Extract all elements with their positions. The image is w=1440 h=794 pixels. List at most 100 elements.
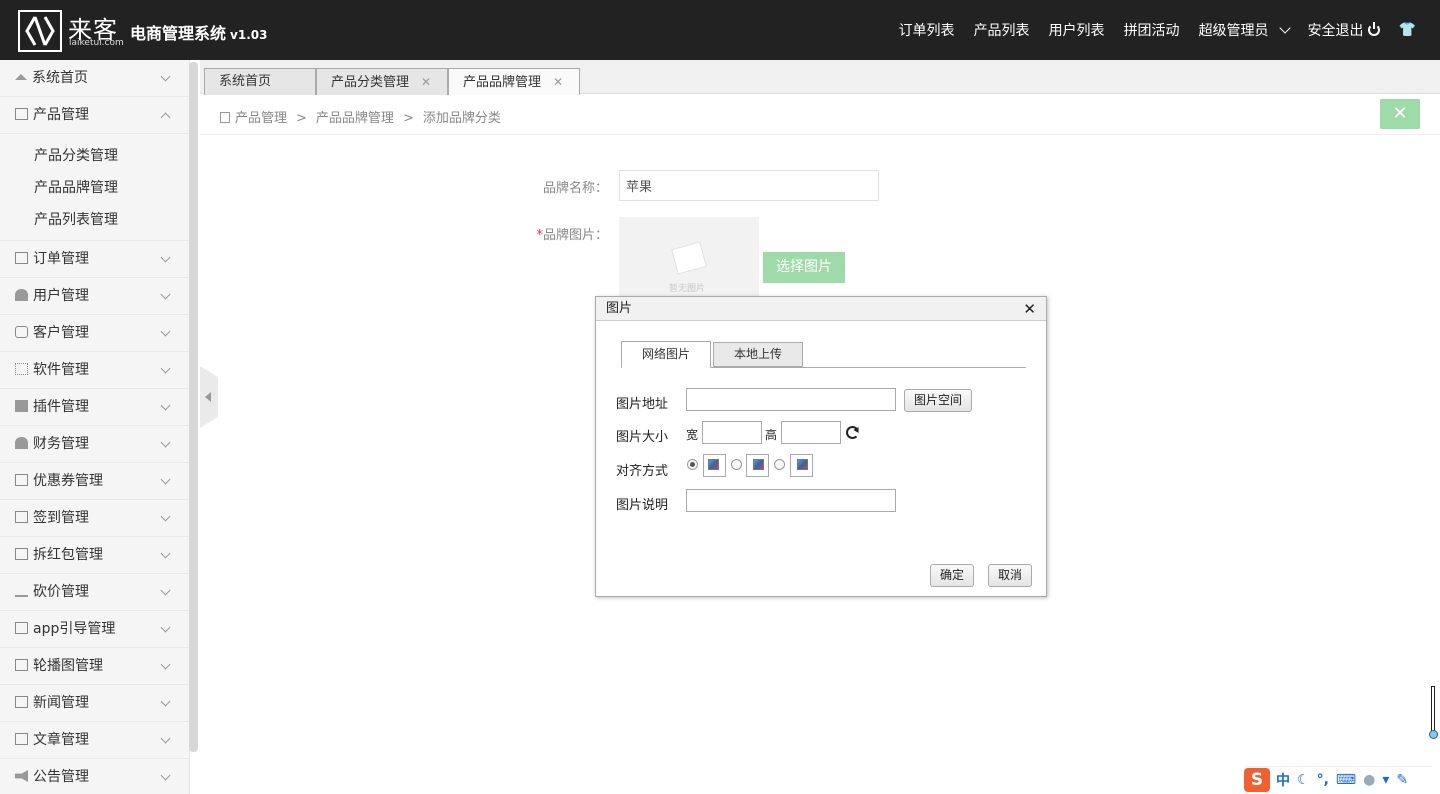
close-icon[interactable]: ✕ [1023, 297, 1036, 321]
sidebar-sub-category[interactable]: 产品分类管理 [0, 140, 189, 172]
align-radio-center[interactable] [731, 459, 742, 470]
clipboard-icon [15, 511, 28, 523]
close-icon[interactable]: ✕ [421, 75, 431, 89]
ime-toolbar: S 中 ☾ °, ⌨ ● ▾ ✎ [1244, 766, 1432, 792]
news-icon [15, 696, 28, 708]
breadcrumb-current: 添加品牌分类 [422, 111, 501, 126]
app-title: 电商管理系统 v1.03 [130, 20, 267, 44]
chevron-down-icon [1278, 22, 1291, 34]
tab-brand[interactable]: 产品品牌管理 ✕ [448, 68, 580, 95]
brand-image-label-text: 品牌图片： [542, 228, 608, 243]
sidebar-sub-brand[interactable]: 产品品牌管理 [0, 172, 189, 204]
width-input[interactable] [702, 421, 762, 444]
user-icon[interactable]: ● [1363, 772, 1375, 788]
breadcrumb-item[interactable]: 产品品牌管理 [316, 111, 394, 126]
sidebar-item-app-guide[interactable]: app引导管理 [0, 611, 189, 648]
align-right-icon[interactable] [790, 454, 813, 477]
confirm-button[interactable]: 确定 [930, 564, 975, 587]
dialog-title: 图片 [606, 301, 633, 316]
sidebar-item-product[interactable]: 产品管理 [0, 97, 189, 134]
logo-icon [18, 10, 62, 52]
align-radio-right[interactable] [774, 459, 785, 470]
cancel-button[interactable]: 取消 [988, 564, 1033, 587]
sidebar-item-notice[interactable]: 公告管理 [0, 759, 189, 794]
choose-image-button[interactable]: 选择图片 [763, 252, 845, 283]
book-icon [220, 112, 230, 123]
logout-button[interactable]: 安全退出 [1308, 20, 1380, 40]
wrench-icon[interactable]: ✎ [1396, 772, 1408, 788]
tab-local-upload[interactable]: 本地上传 [713, 342, 804, 367]
document-icon [15, 733, 28, 745]
chevron-up-icon [160, 112, 171, 123]
ime-mode[interactable]: 中 [1276, 770, 1290, 790]
nav-product-list[interactable]: 产品列表 [974, 20, 1030, 40]
sidebar-item-redpacket[interactable]: 拆红包管理 [0, 537, 189, 574]
sidebar-item-software[interactable]: 软件管理 [0, 352, 189, 389]
align-center-icon[interactable] [746, 454, 769, 477]
app-version: v1.03 [230, 28, 268, 42]
breadcrumb-separator: > [402, 111, 414, 126]
chevron-down-icon [160, 511, 171, 522]
tab-bar: 系统首页 产品分类管理 ✕ 产品品牌管理 ✕ [200, 60, 1440, 95]
nav-user-list[interactable]: 用户列表 [1049, 20, 1105, 40]
refresh-icon[interactable] [846, 426, 859, 439]
sidebar-item-order[interactable]: 订单管理 [0, 241, 189, 278]
sidebar-item-article[interactable]: 文章管理 [0, 722, 189, 759]
sidebar-scrollbar[interactable] [189, 62, 198, 752]
grid-icon [15, 363, 28, 375]
sidebar-collapse-handle[interactable] [200, 366, 218, 428]
image-space-button[interactable]: 图片空间 [904, 389, 973, 412]
close-page-button[interactable]: ✕ [1380, 99, 1420, 129]
sidebar-item-user[interactable]: 用户管理 [0, 278, 189, 315]
sidebar-item-coupon[interactable]: 优惠券管理 [0, 463, 189, 500]
nav-order-list[interactable]: 订单列表 [899, 20, 955, 40]
sidebar-item-label: 系统首页 [32, 70, 88, 86]
admin-menu[interactable]: 超级管理员 [1199, 20, 1291, 40]
tab-home[interactable]: 系统首页 [204, 68, 316, 95]
sidebar-item-bargain[interactable]: 砍价管理 [0, 574, 189, 611]
sidebar-item-news[interactable]: 新闻管理 [0, 685, 189, 722]
coupon-icon [15, 474, 28, 486]
sidebar-item-label: 公告管理 [33, 769, 89, 785]
sidebar-item-label: 新闻管理 [33, 695, 89, 711]
sidebar-item-home[interactable]: 系统首页 [0, 60, 189, 97]
tab-category[interactable]: 产品分类管理 ✕ [316, 68, 448, 95]
product-submenu: 产品分类管理 产品品牌管理 产品列表管理 [0, 134, 189, 241]
sidebar-item-checkin[interactable]: 签到管理 [0, 500, 189, 537]
moon-icon[interactable]: ☾ [1297, 772, 1310, 788]
brand-name-label: 品牌名称： [542, 181, 608, 196]
breadcrumb-separator: > [296, 111, 307, 126]
finance-icon [15, 437, 28, 449]
chevron-down-icon [160, 770, 171, 781]
bargain-icon [15, 591, 28, 597]
image-dialog: 图片 ✕ 网络图片 本地上传 图片地址 图片空间 图片大小 宽 高 对齐方式 图… [595, 296, 1047, 597]
nav-group-buy[interactable]: 拼团活动 [1124, 20, 1180, 40]
sidebar-item-finance[interactable]: 财务管理 [0, 426, 189, 463]
height-input[interactable] [781, 421, 841, 444]
sidebar-sub-productlist[interactable]: 产品列表管理 [0, 204, 189, 236]
tab-label: 产品分类管理 [331, 75, 410, 90]
brand-name-input[interactable] [619, 170, 879, 201]
align-radio-left[interactable] [687, 459, 698, 470]
customer-icon [15, 326, 28, 338]
image-desc-label: 图片说明 [616, 498, 669, 513]
sidebar-item-label: app引导管理 [33, 621, 116, 637]
align-left-icon[interactable] [703, 454, 726, 477]
sidebar-item-plugin[interactable]: 插件管理 [0, 389, 189, 426]
chevron-down-icon [160, 622, 171, 633]
sidebar-item-label: 用户管理 [33, 288, 89, 304]
shirt-icon[interactable]: ▾ [1382, 772, 1389, 788]
sidebar-item-carousel[interactable]: 轮播图管理 [0, 648, 189, 685]
keyboard-icon[interactable]: ⌨ [1336, 772, 1356, 788]
close-icon[interactable]: ✕ [553, 75, 563, 89]
image-url-input[interactable] [686, 388, 896, 411]
skin-shirt-icon[interactable]: 👕 [1399, 22, 1416, 38]
chevron-down-icon [160, 548, 171, 559]
image-desc-input[interactable] [686, 489, 896, 512]
tab-network-image[interactable]: 网络图片 [621, 341, 712, 368]
punctuation-icon[interactable]: °, [1317, 772, 1329, 788]
sidebar-item-customer[interactable]: 客户管理 [0, 315, 189, 352]
tab-label: 产品品牌管理 [463, 75, 542, 90]
sogou-logo-icon[interactable]: S [1244, 767, 1270, 792]
breadcrumb-item[interactable]: 产品管理 [235, 111, 287, 126]
